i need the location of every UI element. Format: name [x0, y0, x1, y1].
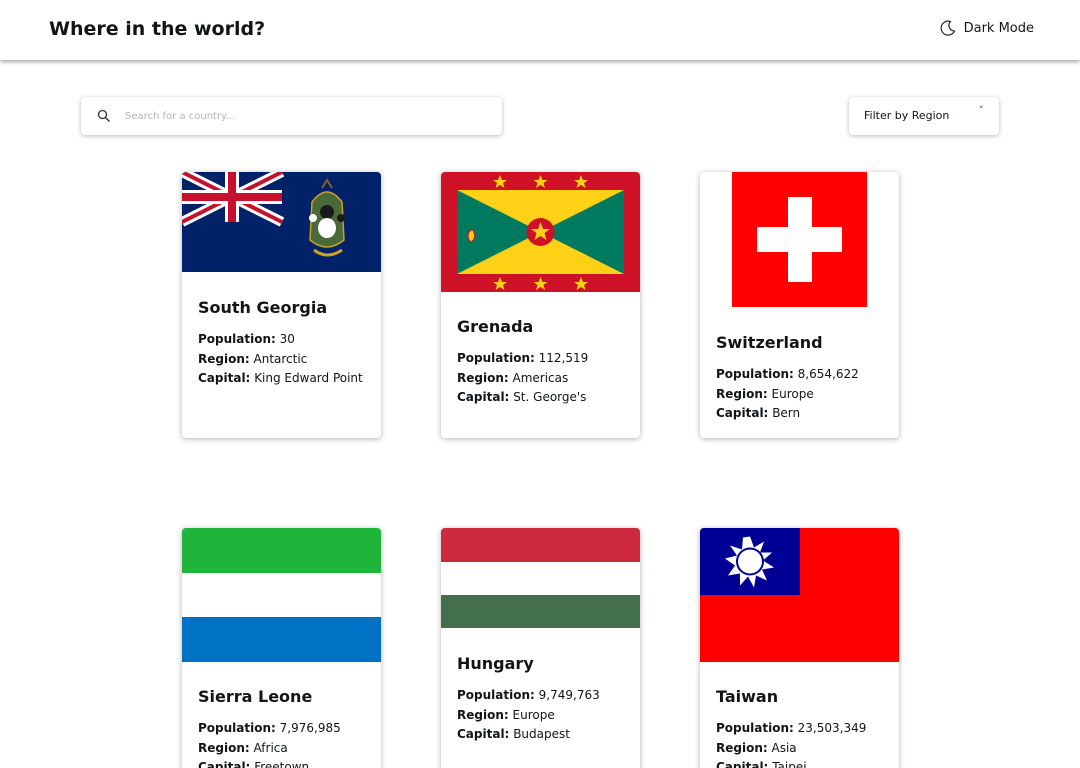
- flag-image: [441, 172, 640, 292]
- country-details: Population: 8,654,622 Region: Europe Cap…: [716, 365, 859, 424]
- population-value: 9,749,763: [538, 688, 600, 702]
- country-name: Hungary: [457, 654, 534, 673]
- population-value: 8,654,622: [797, 367, 859, 381]
- population-label: Population:: [457, 688, 535, 702]
- capital-label: Capital:: [198, 760, 251, 768]
- flag-image: [182, 528, 381, 662]
- country-card-south-georgia[interactable]: South Georgia Population: 30 Region: Ant…: [182, 172, 381, 438]
- capital-label: Capital:: [457, 390, 510, 404]
- country-name: Sierra Leone: [198, 687, 313, 706]
- search-icon: [97, 109, 110, 122]
- region-label: Region:: [198, 740, 250, 755]
- region-label: Region:: [457, 370, 509, 385]
- app-header: Where in the world? Dark Mode: [0, 0, 1080, 60]
- flag-image: [732, 172, 867, 307]
- region-label: Region:: [716, 386, 768, 401]
- population-value: 7,976,985: [279, 721, 341, 735]
- page-title: Where in the world?: [49, 18, 266, 40]
- capital-value: Taipei: [772, 760, 807, 768]
- region-label: Region:: [198, 351, 250, 366]
- country-details: Population: 112,519 Region: Americas Cap…: [457, 349, 588, 408]
- region-value: Europe: [771, 386, 814, 401]
- search-input[interactable]: [125, 105, 485, 127]
- dark-mode-toggle[interactable]: Dark Mode: [940, 20, 1034, 36]
- region-value: Antarctic: [253, 351, 308, 366]
- region-filter-dropdown[interactable]: Filter by Region ˅: [849, 97, 999, 135]
- country-card-grenada[interactable]: Grenada Population: 112,519 Region: Amer…: [441, 172, 640, 438]
- population-label: Population:: [457, 351, 535, 365]
- capital-value: Freetown: [254, 760, 310, 768]
- chevron-down-icon: ˅: [979, 106, 984, 116]
- moon-icon: [940, 20, 955, 36]
- region-value: Asia: [771, 740, 797, 755]
- capital-label: Capital:: [716, 760, 769, 768]
- region-label: Region:: [457, 707, 509, 722]
- country-card-taiwan[interactable]: Taiwan Population: 23,503,349 Region: As…: [700, 528, 899, 768]
- region-value: Europe: [512, 707, 555, 722]
- country-name: Grenada: [457, 317, 534, 336]
- country-details: Population: 23,503,349 Region: Asia Capi…: [716, 719, 866, 768]
- population-value: 30: [279, 332, 295, 346]
- population-value: 112,519: [538, 351, 589, 365]
- region-label: Region:: [716, 740, 768, 755]
- population-label: Population:: [716, 367, 794, 381]
- country-details: Population: 9,749,763 Region: Europe Cap…: [457, 686, 600, 745]
- country-name: Switzerland: [716, 333, 823, 352]
- capital-value: Budapest: [513, 727, 570, 741]
- region-value: Americas: [512, 370, 569, 385]
- filter-label: Filter by Region: [864, 109, 950, 122]
- region-value: Africa: [253, 740, 288, 755]
- flag-image: [182, 172, 381, 272]
- country-details: Population: 30 Region: Antarctic Capital…: [198, 330, 363, 389]
- capital-label: Capital:: [716, 406, 769, 420]
- capital-value: St. George's: [513, 390, 587, 404]
- flag-image: [441, 528, 640, 628]
- flag-image: [700, 528, 899, 662]
- capital-value: King Edward Point: [254, 371, 363, 385]
- search-box[interactable]: [81, 97, 502, 135]
- country-card-switzerland[interactable]: Switzerland Population: 8,654,622 Region…: [700, 172, 899, 438]
- country-name: South Georgia: [198, 298, 328, 317]
- capital-label: Capital:: [198, 371, 251, 385]
- capital-label: Capital:: [457, 727, 510, 741]
- country-card-hungary[interactable]: Hungary Population: 9,749,763 Region: Eu…: [441, 528, 640, 768]
- population-value: 23,503,349: [797, 721, 867, 735]
- dark-mode-label: Dark Mode: [963, 20, 1034, 36]
- population-label: Population:: [198, 721, 276, 735]
- country-card-sierra-leone[interactable]: Sierra Leone Population: 7,976,985 Regio…: [182, 528, 381, 768]
- population-label: Population:: [716, 721, 794, 735]
- country-name: Taiwan: [716, 687, 779, 706]
- country-details: Population: 7,976,985 Region: Africa Cap…: [198, 719, 341, 768]
- population-label: Population:: [198, 332, 276, 346]
- capital-value: Bern: [772, 406, 801, 420]
